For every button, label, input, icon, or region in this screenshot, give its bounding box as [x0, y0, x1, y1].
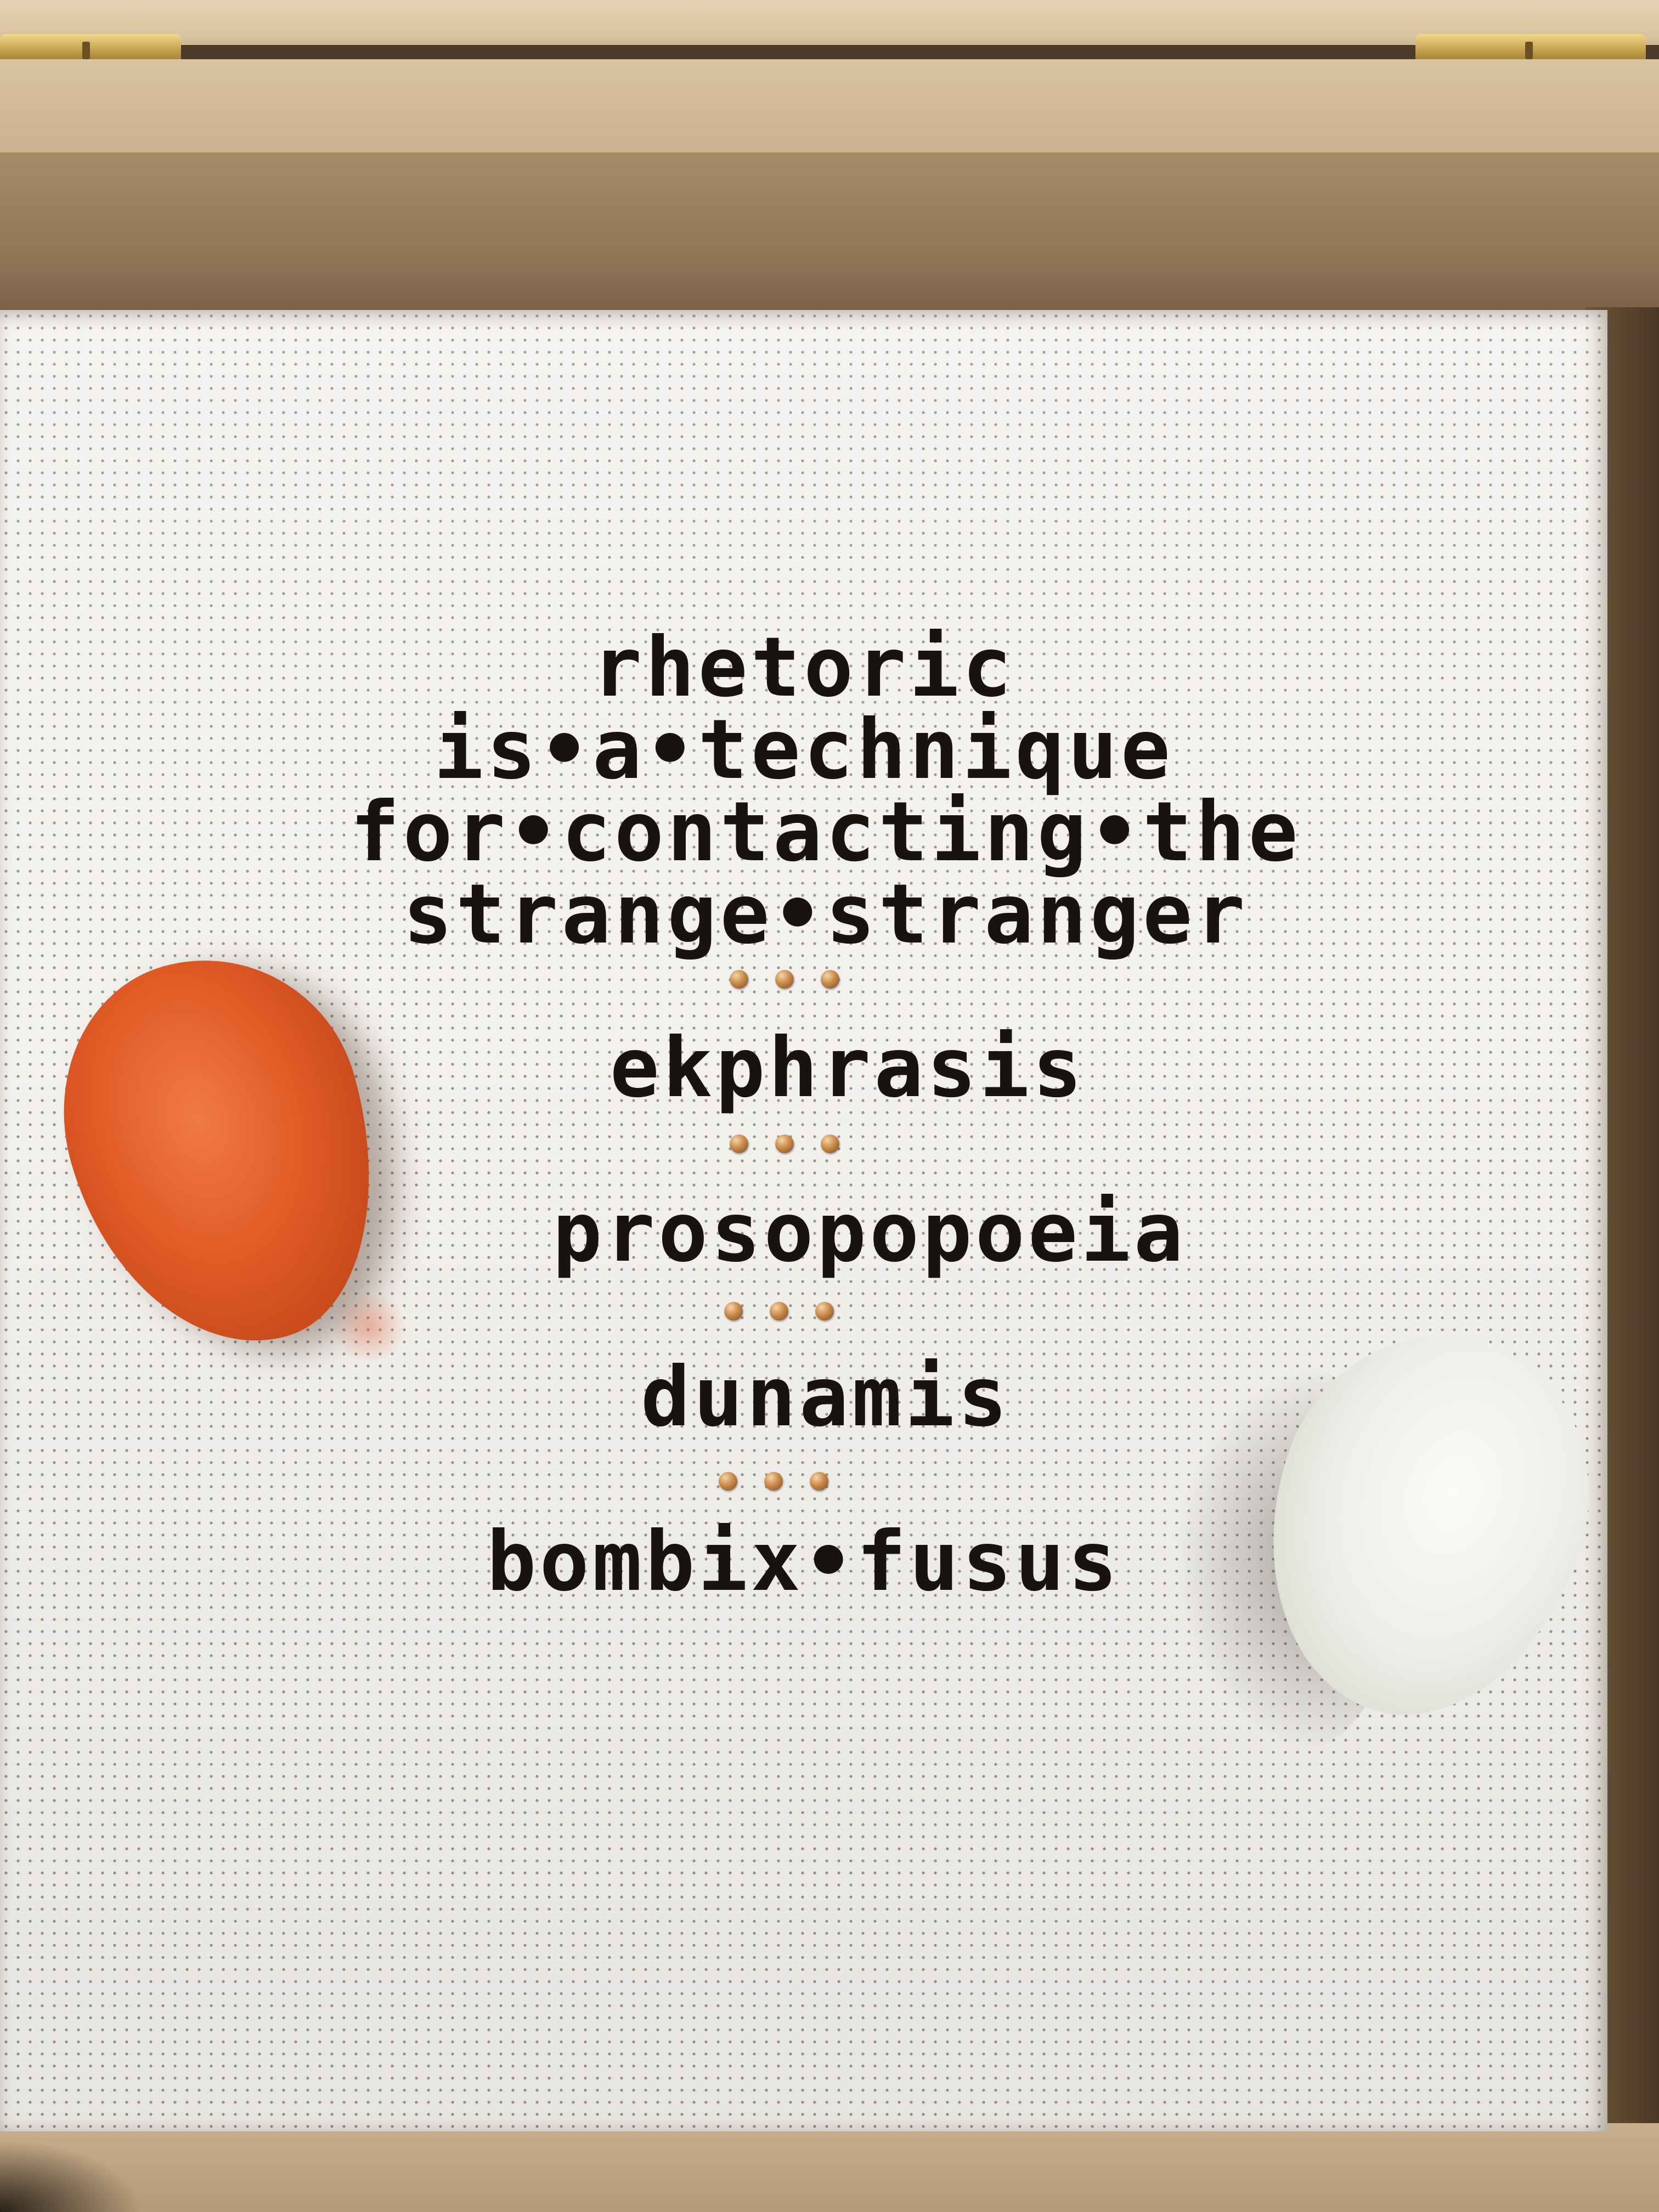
- copper-bead: [764, 1472, 783, 1491]
- copper-bead: [821, 1135, 839, 1153]
- bead-separator: [730, 968, 839, 990]
- lid-gap-shadow: [0, 45, 1659, 59]
- copper-bead: [810, 1472, 828, 1491]
- copper-bead: [730, 970, 748, 989]
- embroidered-line-technique: is•a•technique: [433, 702, 1174, 798]
- copper-bead: [724, 1302, 743, 1321]
- copper-bead: [775, 970, 794, 989]
- embroidered-line-contacting: for•contacting•the: [350, 785, 1301, 880]
- bead-separator: [730, 1133, 839, 1155]
- corner-shadow: [0, 2140, 143, 2212]
- copper-bead: [821, 970, 839, 989]
- embroidered-line-rhetoric: rhetoric: [592, 620, 1015, 715]
- copper-bead: [770, 1302, 788, 1321]
- loose-silk-fiber: [329, 1295, 411, 1361]
- copper-bead: [730, 1135, 748, 1153]
- photo-scene: rhetoric is•a•technique for•contacting•t…: [0, 0, 1659, 2212]
- wooden-box-inner-wall: [0, 153, 1659, 312]
- hinge-pin: [82, 42, 90, 59]
- hinge-pin: [1525, 42, 1533, 59]
- wooden-box-bottom-edge: [0, 2123, 1659, 2212]
- embroidered-line-stranger: strange•stranger: [403, 867, 1249, 962]
- copper-bead: [719, 1472, 737, 1491]
- copper-bead: [815, 1302, 834, 1321]
- bead-separator: [719, 1470, 828, 1492]
- copper-bead: [775, 1135, 794, 1153]
- wooden-box-rim: [0, 59, 1659, 153]
- bead-separator: [724, 1300, 834, 1322]
